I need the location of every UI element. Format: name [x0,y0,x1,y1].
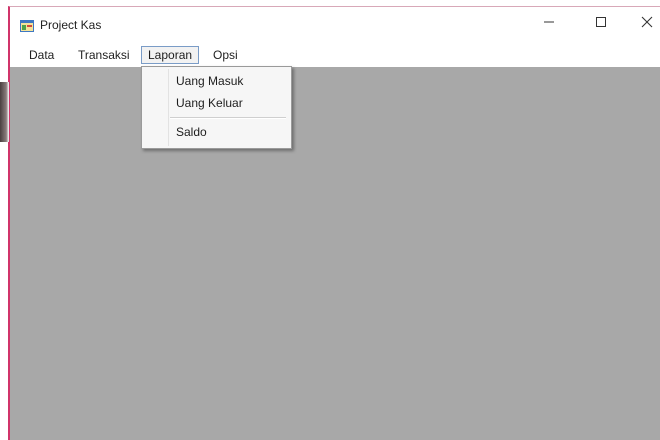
menu-opsi[interactable]: Opsi [207,46,244,64]
menu-transaksi[interactable]: Transaksi [72,46,136,64]
menu-item-saldo[interactable]: Saldo [176,123,207,141]
mdi-client-area [10,67,660,440]
menu-bar: Data Transaksi Laporan Opsi [10,44,660,66]
app-window-icon [20,19,34,32]
background-window-edge [0,82,9,142]
window-title: Project Kas [40,18,102,32]
app-window: Project Kas Data Transaksi Laporan Opsi … [8,6,660,440]
title-bar[interactable]: Project Kas [10,7,660,41]
minimize-button[interactable] [526,7,572,41]
minimize-icon [543,15,555,33]
menu-item-uang-masuk[interactable]: Uang Masuk [176,72,243,90]
menu-item-uang-keluar[interactable]: Uang Keluar [176,94,243,112]
close-button[interactable] [624,7,660,41]
close-icon [641,15,653,33]
laporan-dropdown-menu: Uang Masuk Uang Keluar Saldo [141,66,292,149]
menu-laporan[interactable]: Laporan [141,46,200,64]
menu-data[interactable]: Data [23,46,60,64]
menu-separator [170,117,286,119]
menu-gutter-divider [168,69,169,146]
maximize-button[interactable] [578,7,624,41]
maximize-icon [595,15,607,33]
